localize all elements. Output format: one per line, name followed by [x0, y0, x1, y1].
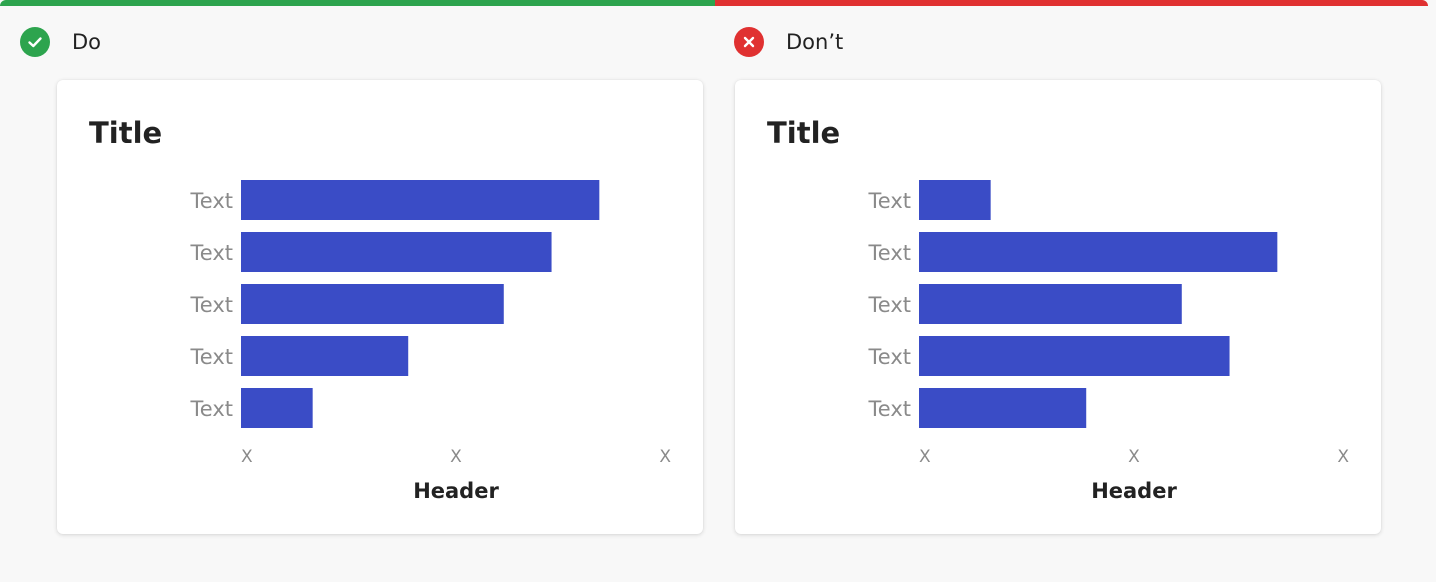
category-label: Text	[190, 293, 233, 317]
x-tick-label: X	[241, 447, 253, 467]
chart-title: Title	[767, 116, 840, 150]
x-tick-label: X	[919, 447, 931, 467]
category-label: Text	[190, 397, 233, 421]
bar	[241, 388, 313, 428]
bar	[241, 284, 504, 324]
x-tick-label: X	[450, 447, 462, 467]
bar	[241, 232, 552, 272]
category-label: Text	[190, 345, 233, 369]
dont-bar-chart: Title Text Text Text Text Text X X X Header	[767, 116, 1349, 503]
category-label: Text	[190, 241, 233, 265]
do-chart-card: Title Text Text Text Text Text X X X Header	[57, 80, 703, 534]
category-label: Text	[868, 189, 911, 213]
check-circle-icon	[20, 27, 50, 57]
category-label: Text	[868, 241, 911, 265]
bar	[919, 336, 1230, 376]
category-label: Text	[868, 397, 911, 421]
x-axis-label: Header	[413, 479, 499, 503]
dont-chart-card: Title Text Text Text Text Text X X X Header	[735, 80, 1381, 534]
bar	[241, 180, 600, 220]
dont-label: Don’t	[786, 30, 844, 54]
do-accent-bar	[0, 0, 715, 6]
x-tick-label: X	[1337, 447, 1349, 467]
bar	[241, 336, 409, 376]
do-label: Do	[72, 30, 102, 54]
category-label: Text	[868, 345, 911, 369]
x-axis-label: Header	[1091, 479, 1177, 503]
x-circle-icon	[734, 27, 764, 57]
bar	[919, 388, 1087, 428]
x-tick-label: X	[1128, 447, 1140, 467]
category-label: Text	[868, 293, 911, 317]
category-label: Text	[190, 189, 233, 213]
chart-title: Title	[89, 116, 162, 150]
dont-accent-bar	[715, 0, 1428, 6]
do-header: Do	[20, 27, 101, 57]
bar	[919, 232, 1278, 272]
x-tick-label: X	[659, 447, 671, 467]
do-bar-chart: Title Text Text Text Text Text X X X Header	[89, 116, 671, 503]
bar	[919, 180, 991, 220]
bar	[919, 284, 1182, 324]
dont-header: Don’t	[734, 27, 843, 57]
